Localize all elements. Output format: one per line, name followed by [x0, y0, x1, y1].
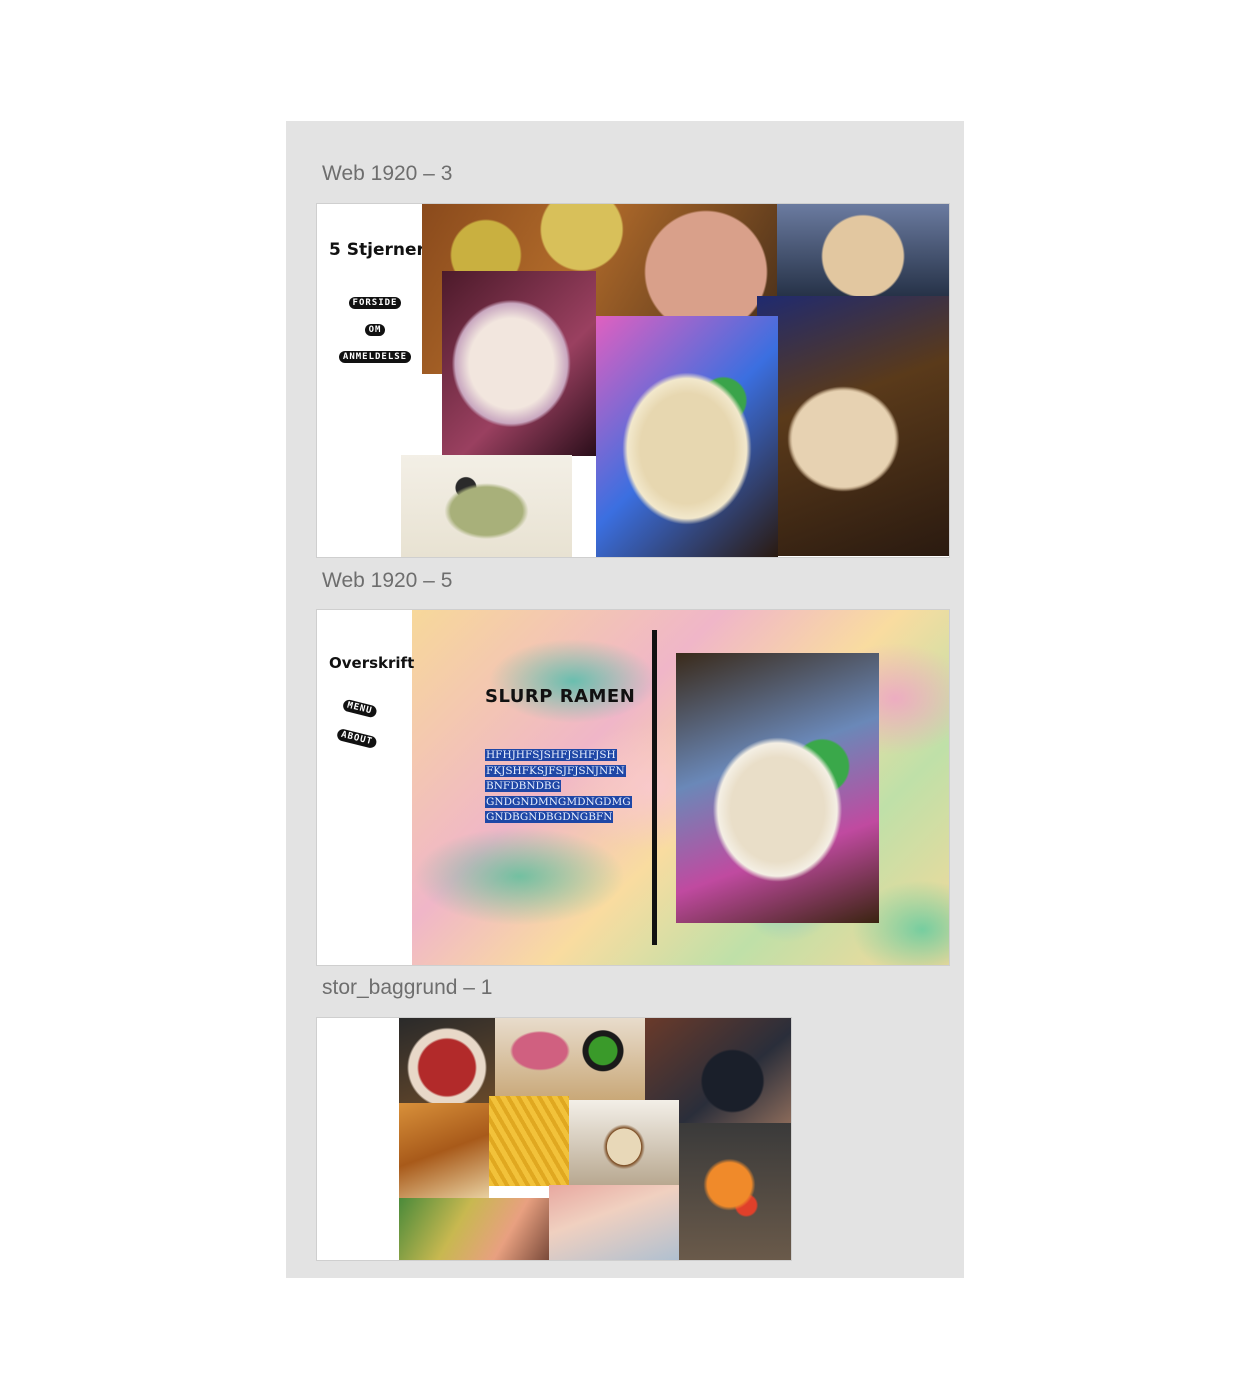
photo-sushi-plate — [679, 1123, 791, 1260]
photo-ramen-bowl — [596, 316, 778, 557]
photo-sashimi — [549, 1185, 679, 1260]
photo-fries — [489, 1096, 569, 1186]
artboard-web-1920-5[interactable]: Overskrift MENU ABOUT SLURP RAMEN HFHJHF… — [316, 609, 950, 966]
photo-ramen — [676, 653, 879, 923]
body-line: GNDGNDMNGMDNGDMG — [485, 795, 632, 808]
photo-dessert-bowl — [757, 296, 949, 556]
design-canvas[interactable]: Web 1920 – 3 5 Stjerner FORSIDE OM ANMEL… — [286, 121, 964, 1278]
body-line: GNDBGNDBGDNGBFN — [485, 811, 614, 823]
body-text: HFHJHFSJSHFJSHFJSH FKJSHFKSJFSJFJSNJNFN … — [485, 748, 632, 826]
photo-green-soup — [401, 455, 572, 557]
divider-bar — [652, 630, 657, 945]
photo-plated-dish — [442, 271, 596, 456]
photo-table-setting — [495, 1018, 645, 1100]
site-title: Overskrift — [329, 654, 415, 672]
body-line: HFHJHFSJSHFJSHFJSH — [485, 749, 617, 761]
page-heading: SLURP RAMEN — [485, 686, 636, 707]
photo-salad — [399, 1198, 549, 1260]
body-line: FKJSHFKSJFSJFJSNJNFN — [485, 764, 626, 777]
photo-carpaccio — [399, 1018, 495, 1108]
site-title: 5 Stjerner — [329, 240, 425, 260]
artboard-stor-baggrund-1[interactable] — [316, 1017, 792, 1261]
photo-waffle — [399, 1103, 489, 1198]
artboard-label[interactable]: Web 1920 – 5 — [322, 569, 452, 593]
artboard-label[interactable]: Web 1920 – 3 — [322, 162, 452, 186]
nav-item-om[interactable]: OM — [364, 324, 386, 336]
nav-item-anmeldelse[interactable]: ANMELDELSE — [338, 351, 412, 363]
artboard-web-1920-3[interactable]: 5 Stjerner FORSIDE OM ANMELDELSE — [316, 203, 950, 558]
nav-item-forside[interactable]: FORSIDE — [348, 297, 402, 309]
photo-coffee-dessert — [569, 1100, 679, 1185]
nav-item-about[interactable]: ABOUT — [335, 727, 378, 750]
nav-item-menu[interactable]: MENU — [341, 698, 378, 719]
artboard-label[interactable]: stor_baggrund – 1 — [322, 976, 492, 1000]
body-line: BNFDBNDBG — [485, 780, 562, 792]
photo-pizza — [777, 204, 949, 299]
